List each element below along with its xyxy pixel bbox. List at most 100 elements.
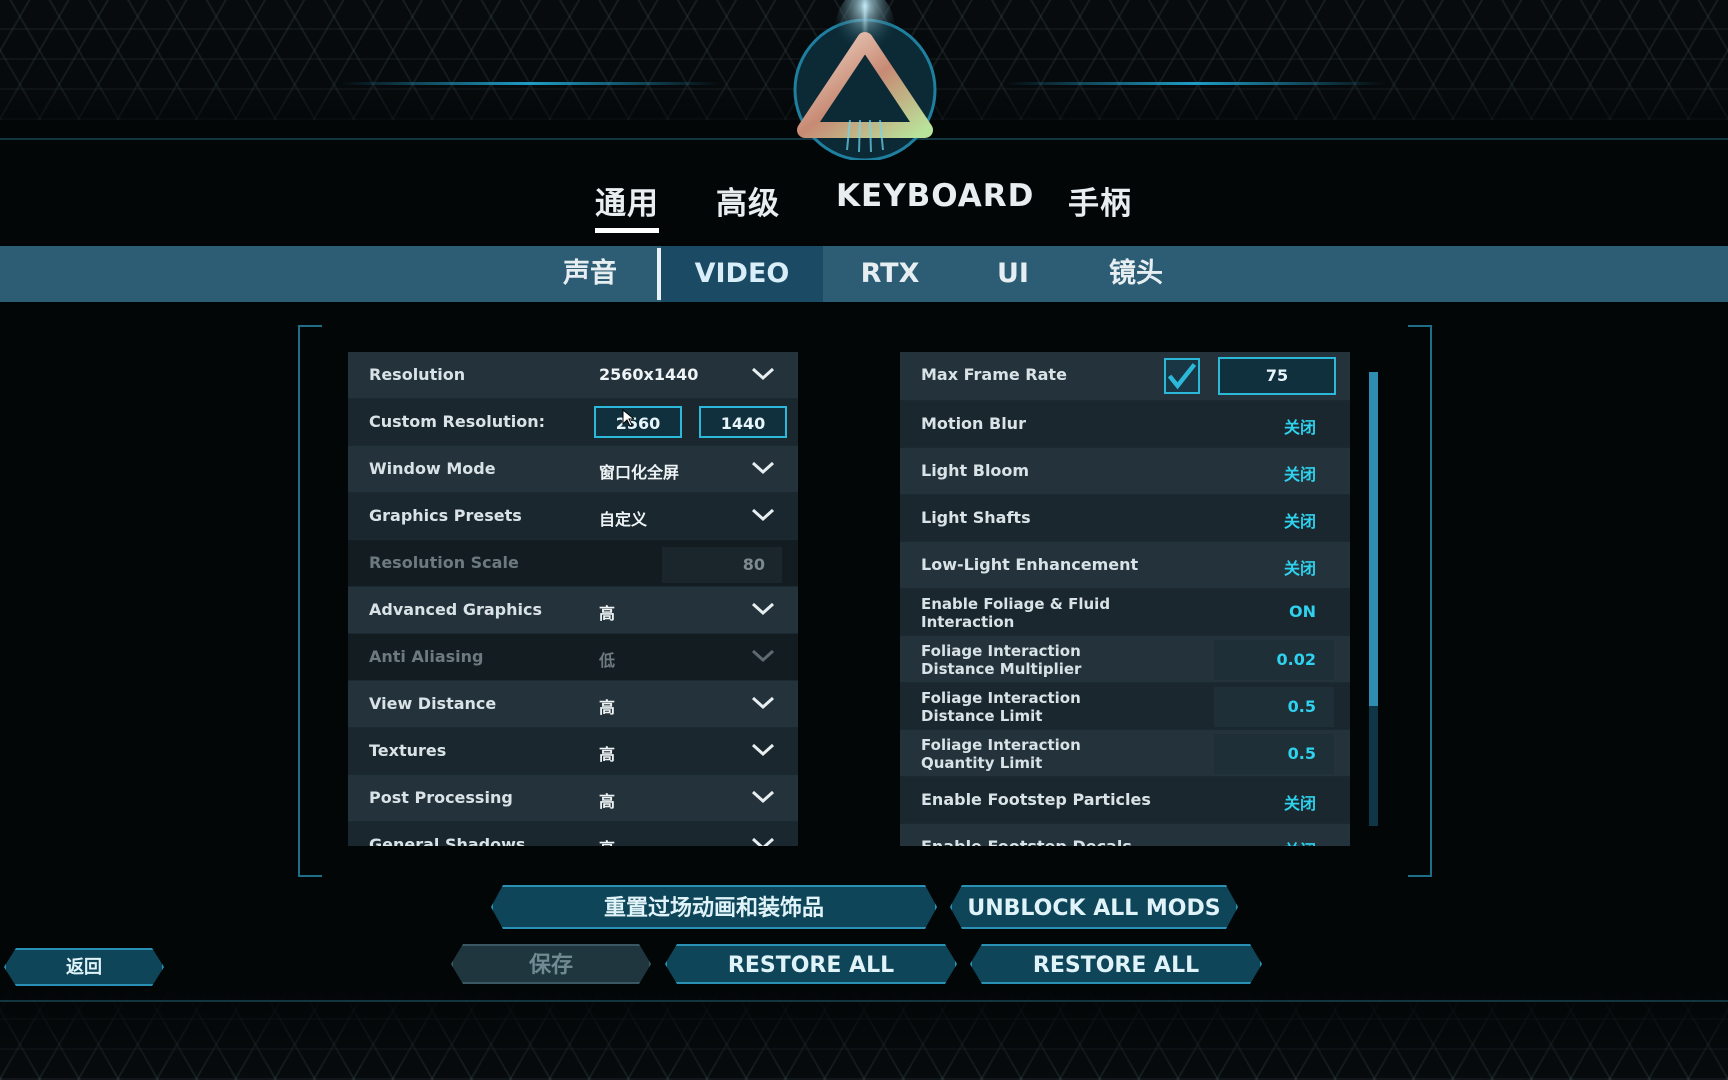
header-accent-left	[340, 82, 720, 85]
setting-label: Textures	[369, 741, 447, 760]
chevron-down-icon[interactable]	[751, 742, 775, 758]
tab-keyboard[interactable]: KEYBOARD	[836, 178, 1034, 214]
tab-general[interactable]: 通用	[595, 178, 659, 233]
restore-all-settings-button[interactable]: RESTORE ALL SETTINGS	[665, 944, 957, 984]
low-light-value[interactable]: 关闭	[1284, 555, 1316, 579]
chevron-down-icon[interactable]	[751, 460, 775, 476]
setting-label: Foliage Interaction Distance Multiplier	[921, 642, 1081, 678]
foliage-distance-multiplier-input[interactable]: 0.02	[1214, 640, 1334, 680]
setting-row-textures[interactable]: Textures 高	[348, 728, 798, 775]
setting-row-light-bloom[interactable]: Light Bloom 关闭	[900, 448, 1350, 495]
chevron-down-icon[interactable]	[751, 789, 775, 805]
label-line-2: Interaction	[921, 613, 1015, 631]
setting-row-general-shadows[interactable]: General Shadows 高	[348, 822, 798, 846]
label-line-1: Enable Foliage & Fluid	[921, 595, 1111, 613]
tab-advanced[interactable]: 高级	[716, 178, 780, 223]
window-mode-value: 窗口化全屏	[599, 463, 680, 482]
frame-bracket-right	[1408, 325, 1432, 877]
label-line-2: Distance Limit	[921, 707, 1043, 725]
label-line-1: Foliage Interaction	[921, 642, 1081, 660]
back-button[interactable]: 返回	[4, 948, 164, 986]
setting-row-graphics-presets[interactable]: Graphics Presets 自定义	[348, 493, 798, 540]
custom-width-input[interactable]: 2560	[594, 406, 682, 438]
setting-row-resolution[interactable]: Resolution 2560x1440	[348, 352, 798, 399]
graphics-presets-value: 自定义	[599, 510, 648, 529]
setting-label: Light Bloom	[921, 461, 1030, 480]
subtab-rtx[interactable]: RTX	[840, 246, 940, 302]
settings-scrollbar-thumb[interactable]	[1369, 372, 1378, 706]
save-button[interactable]: 保存	[451, 944, 651, 984]
chevron-down-icon[interactable]	[751, 836, 775, 846]
setting-row-resolution-scale: Resolution Scale 80	[348, 540, 798, 587]
setting-row-max-frame-rate: Max Frame Rate 75	[900, 352, 1350, 401]
chevron-down-icon[interactable]	[751, 507, 775, 523]
label-line-2: Distance Multiplier	[921, 660, 1082, 678]
setting-row-foliage-fluid[interactable]: Enable Foliage & Fluid Interaction ON	[900, 589, 1350, 636]
foliage-distance-limit-input[interactable]: 0.5	[1214, 687, 1334, 727]
setting-row-low-light-enhancement[interactable]: Low-Light Enhancement 关闭	[900, 542, 1350, 589]
video-settings-left-panel: Resolution 2560x1440 Custom Resolution: …	[348, 352, 798, 846]
label-line-1: Foliage Interaction	[921, 689, 1081, 707]
setting-label: Enable Footstep Decals	[921, 837, 1132, 846]
max-frame-rate-input[interactable]: 75	[1218, 357, 1336, 395]
setting-label: Foliage Interaction Quantity Limit	[921, 736, 1081, 772]
chevron-down-icon[interactable]	[751, 366, 775, 382]
subtab-ui[interactable]: UI	[963, 246, 1063, 302]
setting-label: Resolution	[369, 365, 466, 384]
max-frame-rate-checkbox[interactable]	[1164, 358, 1200, 394]
subtab-divider	[657, 248, 661, 300]
setting-row-view-distance[interactable]: View Distance 高	[348, 681, 798, 728]
resolution-scale-input: 80	[662, 547, 782, 583]
general-shadows-value: 高	[599, 835, 615, 846]
setting-label: Max Frame Rate	[921, 365, 1067, 384]
restore-all-graphics-button[interactable]: RESTORE ALL GRAPHICS	[970, 944, 1262, 984]
light-bloom-value[interactable]: 关闭	[1284, 461, 1316, 485]
subtab-camera[interactable]: 镜头	[1086, 246, 1186, 302]
setting-row-anti-aliasing: Anti Aliasing 低	[348, 634, 798, 681]
foliage-fluid-value[interactable]: ON	[1289, 602, 1316, 621]
header-accent-right	[1005, 82, 1385, 85]
setting-row-light-shafts[interactable]: Light Shafts 关闭	[900, 495, 1350, 542]
chevron-down-icon	[751, 649, 775, 663]
subtab-audio[interactable]: 声音	[540, 246, 640, 302]
unblock-all-mods-button[interactable]: UNBLOCK ALL MODS	[950, 885, 1238, 929]
frame-bracket-left	[298, 325, 322, 877]
advanced-graphics-value: 高	[599, 604, 616, 623]
footstep-decals-value[interactable]: 关闭	[1284, 837, 1316, 846]
setting-label: Custom Resolution:	[369, 412, 546, 431]
footer-frame-line	[0, 1000, 1728, 1002]
tab-controller[interactable]: 手柄	[1068, 178, 1132, 223]
reset-cutscenes-button[interactable]: 重置过场动画和装饰品	[491, 885, 937, 929]
foliage-quantity-limit-input[interactable]: 0.5	[1214, 734, 1334, 774]
setting-row-post-processing[interactable]: Post Processing 高	[348, 775, 798, 822]
post-processing-value: 高	[599, 792, 616, 811]
subtab-video[interactable]: VIDEO	[661, 246, 823, 302]
setting-row-foliage-distance-multiplier: Foliage Interaction Distance Multiplier …	[900, 636, 1350, 683]
setting-row-footstep-decals[interactable]: Enable Footstep Decals 关闭	[900, 824, 1350, 846]
setting-row-footstep-particles[interactable]: Enable Footstep Particles 关闭	[900, 777, 1350, 824]
resolution-value: 2560x1440	[599, 365, 699, 384]
setting-row-custom-resolution: Custom Resolution: 2560 1440	[348, 399, 798, 446]
light-shafts-value[interactable]: 关闭	[1284, 508, 1316, 532]
setting-row-foliage-quantity-limit: Foliage Interaction Quantity Limit 0.5	[900, 730, 1350, 777]
setting-row-foliage-distance-limit: Foliage Interaction Distance Limit 0.5	[900, 683, 1350, 730]
setting-label: Foliage Interaction Distance Limit	[921, 689, 1081, 725]
bottom-fade	[0, 990, 1728, 1080]
setting-row-motion-blur[interactable]: Motion Blur 关闭	[900, 401, 1350, 448]
chevron-down-icon[interactable]	[751, 601, 775, 617]
footstep-particles-value[interactable]: 关闭	[1284, 790, 1316, 814]
label-line-1: Foliage Interaction	[921, 736, 1081, 754]
mouse-cursor-icon	[622, 409, 634, 427]
motion-blur-value[interactable]: 关闭	[1284, 414, 1316, 438]
setting-label: Advanced Graphics	[369, 600, 542, 619]
chevron-down-icon[interactable]	[751, 695, 775, 711]
setting-label: Anti Aliasing	[369, 647, 484, 666]
label-line-2: Quantity Limit	[921, 754, 1043, 772]
setting-row-advanced-graphics[interactable]: Advanced Graphics 高	[348, 587, 798, 634]
setting-label: Enable Foliage & Fluid Interaction	[921, 595, 1110, 631]
setting-label: Window Mode	[369, 459, 496, 478]
setting-row-window-mode[interactable]: Window Mode 窗口化全屏	[348, 446, 798, 493]
custom-height-input[interactable]: 1440	[699, 406, 787, 438]
setting-label: Enable Footstep Particles	[921, 790, 1151, 809]
setting-label: Resolution Scale	[369, 553, 519, 572]
